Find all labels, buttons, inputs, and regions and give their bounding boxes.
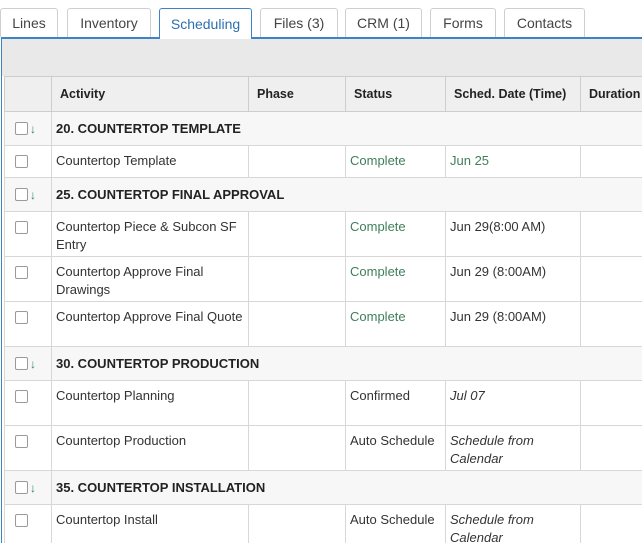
- activity-cell: Countertop Planning: [51, 380, 249, 426]
- duration-cell: [580, 256, 642, 302]
- table-row[interactable]: Countertop Approve Final Drawings Comple…: [4, 256, 642, 302]
- status-cell: Complete: [345, 256, 446, 302]
- activity-cell: Countertop Production: [51, 425, 249, 471]
- scheduling-panel: Activity Phase Status Sched. Date (Time)…: [1, 37, 642, 543]
- checkbox-icon[interactable]: [15, 435, 28, 449]
- header-status[interactable]: Status: [345, 76, 446, 112]
- status-cell: Complete: [345, 211, 446, 257]
- header-duration[interactable]: Duration: [580, 76, 642, 112]
- date-cell: Jun 29(8:00 AM): [445, 211, 581, 257]
- checkbox-icon[interactable]: [15, 188, 28, 202]
- activity-cell: Countertop Piece & Subcon SF Entry: [51, 211, 249, 257]
- table-row[interactable]: Countertop Planning Confirmed Jul 07: [4, 380, 642, 426]
- checkbox-icon[interactable]: [15, 357, 28, 371]
- tab-scheduling[interactable]: Scheduling: [159, 8, 252, 39]
- tab-forms[interactable]: Forms: [430, 8, 496, 37]
- phase-cell: [248, 504, 346, 543]
- activity-cell: Countertop Template: [51, 145, 249, 178]
- table-row[interactable]: Countertop Install Auto Schedule Schedul…: [4, 504, 642, 543]
- tab-label: Lines: [12, 15, 46, 31]
- tab-contacts[interactable]: Contacts: [504, 8, 585, 37]
- group-row: ↓ 35. COUNTERTOP INSTALLATION: [4, 470, 642, 505]
- phase-cell: [248, 145, 346, 178]
- group-row: ↓ 25. COUNTERTOP FINAL APPROVAL: [4, 177, 642, 212]
- date-cell: Jun 29 (8:00AM): [445, 301, 581, 347]
- group-row: ↓ 30. COUNTERTOP PRODUCTION: [4, 346, 642, 381]
- arrow-down-icon[interactable]: ↓: [30, 355, 36, 373]
- status-cell: Confirmed: [345, 380, 446, 426]
- status-cell: Auto Schedule: [345, 425, 446, 471]
- status-cell: Complete: [345, 301, 446, 347]
- table-row[interactable]: Countertop Template Complete Jun 25: [4, 145, 642, 178]
- tab-label: Files (3): [273, 15, 325, 31]
- arrow-down-icon[interactable]: ↓: [30, 120, 36, 138]
- duration-cell: [580, 301, 642, 347]
- tab-inventory[interactable]: Inventory: [67, 8, 151, 37]
- group-title: 20. COUNTERTOP TEMPLATE: [51, 111, 642, 146]
- date-cell: Schedule from Calendar: [445, 425, 581, 471]
- phase-cell: [248, 211, 346, 257]
- tab-label: Forms: [443, 15, 483, 31]
- header-activity[interactable]: Activity: [51, 76, 249, 112]
- duration-cell: [580, 211, 642, 257]
- checkbox-icon[interactable]: [15, 221, 28, 235]
- group-title: 25. COUNTERTOP FINAL APPROVAL: [51, 177, 642, 212]
- checkbox-icon[interactable]: [15, 266, 28, 280]
- tab-crm[interactable]: CRM (1): [345, 8, 422, 37]
- header-select: [4, 76, 52, 112]
- phase-cell: [248, 380, 346, 426]
- tab-label: Scheduling: [170, 16, 241, 32]
- group-title: 30. COUNTERTOP PRODUCTION: [51, 346, 642, 381]
- table-row[interactable]: Countertop Production Auto Schedule Sche…: [4, 425, 642, 471]
- checkbox-icon[interactable]: [15, 481, 28, 495]
- arrow-down-icon[interactable]: ↓: [30, 479, 36, 497]
- group-title: 35. COUNTERTOP INSTALLATION: [51, 470, 642, 505]
- table-row[interactable]: Countertop Piece & Subcon SF Entry Compl…: [4, 211, 642, 257]
- arrow-down-icon[interactable]: ↓: [30, 186, 36, 204]
- checkbox-icon[interactable]: [15, 122, 28, 136]
- duration-cell: [580, 380, 642, 426]
- date-cell: Jun 29 (8:00AM): [445, 256, 581, 302]
- activity-cell: Countertop Approve Final Quote: [51, 301, 249, 347]
- activity-cell: Countertop Install: [51, 504, 249, 543]
- header-row: Activity Phase Status Sched. Date (Time)…: [4, 76, 642, 112]
- duration-cell: [580, 145, 642, 178]
- phase-cell: [248, 256, 346, 302]
- tab-bar: Lines Inventory Scheduling Files (3) CRM…: [0, 0, 642, 39]
- schedule-table: Activity Phase Status Sched. Date (Time)…: [4, 76, 642, 543]
- phase-cell: [248, 301, 346, 347]
- tab-label: Inventory: [80, 15, 138, 31]
- date-cell: Jul 07: [445, 380, 581, 426]
- group-row: ↓ 20. COUNTERTOP TEMPLATE: [4, 111, 642, 146]
- table-row[interactable]: Countertop Approve Final Quote Complete …: [4, 301, 642, 347]
- checkbox-icon[interactable]: [15, 390, 28, 404]
- duration-cell: [580, 425, 642, 471]
- tab-label: Contacts: [516, 15, 573, 31]
- tab-label: CRM (1): [357, 15, 410, 31]
- phase-cell: [248, 425, 346, 471]
- status-cell: Auto Schedule: [345, 504, 446, 543]
- header-sched-date[interactable]: Sched. Date (Time): [445, 76, 581, 112]
- checkbox-icon[interactable]: [15, 155, 28, 169]
- tab-lines[interactable]: Lines: [0, 8, 58, 37]
- tab-files[interactable]: Files (3): [260, 8, 338, 37]
- checkbox-icon[interactable]: [15, 514, 28, 528]
- toolbar: [2, 39, 642, 76]
- duration-cell: [580, 504, 642, 543]
- date-cell: Schedule from Calendar: [445, 504, 581, 543]
- checkbox-icon[interactable]: [15, 311, 28, 325]
- date-cell: Jun 25: [445, 145, 581, 178]
- status-cell: Complete: [345, 145, 446, 178]
- activity-cell: Countertop Approve Final Drawings: [51, 256, 249, 302]
- header-phase[interactable]: Phase: [248, 76, 346, 112]
